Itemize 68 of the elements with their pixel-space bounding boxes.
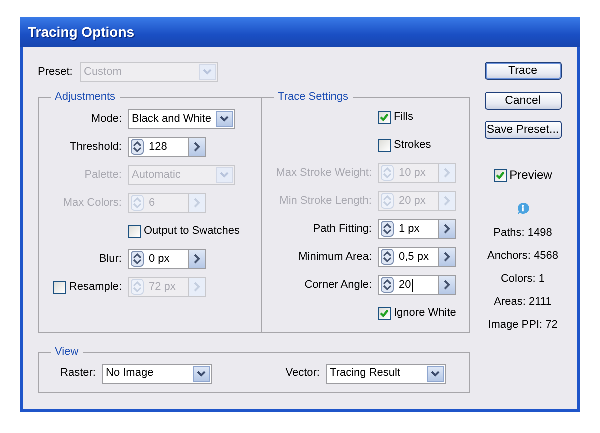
flyout-button[interactable] xyxy=(188,137,206,157)
dropdown[interactable]: Black and White xyxy=(128,109,235,129)
checkbox[interactable] xyxy=(128,224,141,238)
stepper-arrows[interactable] xyxy=(378,275,396,295)
checkbox-label: Strokes xyxy=(394,138,432,153)
dropdown[interactable]: Tracing Result xyxy=(326,364,446,384)
chevron-icon xyxy=(444,252,450,262)
checkbox[interactable] xyxy=(494,168,507,182)
checkbox-label: Ignore White xyxy=(394,306,456,321)
group-title: Trace Settings xyxy=(274,91,353,104)
number-field[interactable]: 1 px xyxy=(396,219,438,239)
chevron-icon xyxy=(194,282,200,292)
field-label: Vector: xyxy=(286,366,320,382)
field-label: Palette: xyxy=(84,168,122,183)
checkbox-label: Output to Swatches xyxy=(144,224,240,239)
checkbox[interactable] xyxy=(378,138,391,152)
checkbox-label: Resample: xyxy=(69,280,122,295)
field-label: Mode: xyxy=(91,112,122,127)
stat-text: Colors: 1 xyxy=(500,272,546,286)
flyout-button[interactable] xyxy=(438,247,456,267)
stepper-arrows[interactable] xyxy=(128,249,146,269)
field-label: Path Fitting: xyxy=(313,222,372,237)
dropdown[interactable]: No Image xyxy=(102,364,212,384)
dialog-button[interactable]: Cancel xyxy=(484,92,562,110)
number-field[interactable]: 0 px xyxy=(146,249,188,269)
caret-icon xyxy=(431,370,440,376)
stepper-arrows[interactable] xyxy=(378,219,396,239)
number-field[interactable]: 128 xyxy=(146,137,188,157)
checkbox[interactable] xyxy=(378,306,391,320)
caret-icon xyxy=(197,370,206,376)
field-label: Max Stroke Weight: xyxy=(276,166,372,181)
stepper-arrows[interactable] xyxy=(378,247,396,267)
chevron-icon xyxy=(444,280,450,290)
chevron-icon xyxy=(194,142,200,152)
field-label: Minimum Area: xyxy=(298,250,372,265)
chevron-icon xyxy=(194,254,200,264)
field-label: Max Colors: xyxy=(63,196,122,211)
flyout-button[interactable] xyxy=(188,249,206,269)
chevron-icon xyxy=(444,168,450,178)
field-label: Blur: xyxy=(99,252,122,267)
info-icon xyxy=(516,202,530,216)
chevron-icon xyxy=(194,198,200,208)
checkbox-label: Fills xyxy=(394,110,414,125)
flyout-button[interactable] xyxy=(438,275,456,295)
checkbox-label: Preview xyxy=(510,167,552,184)
number-field[interactable]: 0,5 px xyxy=(396,247,438,267)
window-title: Tracing Options xyxy=(28,22,135,42)
caret-icon xyxy=(220,116,229,122)
field-label: Min Stroke Length: xyxy=(280,194,372,209)
field-label: Raster: xyxy=(60,366,96,382)
stat-text: Areas: 2111 xyxy=(494,294,552,310)
dialog-button[interactable]: Trace xyxy=(484,62,562,80)
caret-icon xyxy=(220,172,229,178)
stat-text: Paths: 1498 xyxy=(494,226,552,240)
field-label: Corner Angle: xyxy=(304,278,372,293)
caret-icon xyxy=(203,69,212,75)
checkbox[interactable] xyxy=(378,110,391,124)
stat-text: Image PPI: 72 xyxy=(488,318,558,332)
group-title: Adjustments xyxy=(51,91,120,104)
chevron-icon xyxy=(444,196,450,206)
flyout-button[interactable] xyxy=(438,219,456,239)
number-field[interactable]: 20 xyxy=(396,275,438,295)
stat-text: Anchors: 4568 xyxy=(488,248,558,264)
field-label: Threshold: xyxy=(70,140,122,155)
preset-label: Preset: xyxy=(38,64,74,80)
stepper-arrows[interactable] xyxy=(128,137,146,157)
chevron-icon xyxy=(444,224,450,234)
dialog-button[interactable]: Save Preset... xyxy=(484,121,562,139)
